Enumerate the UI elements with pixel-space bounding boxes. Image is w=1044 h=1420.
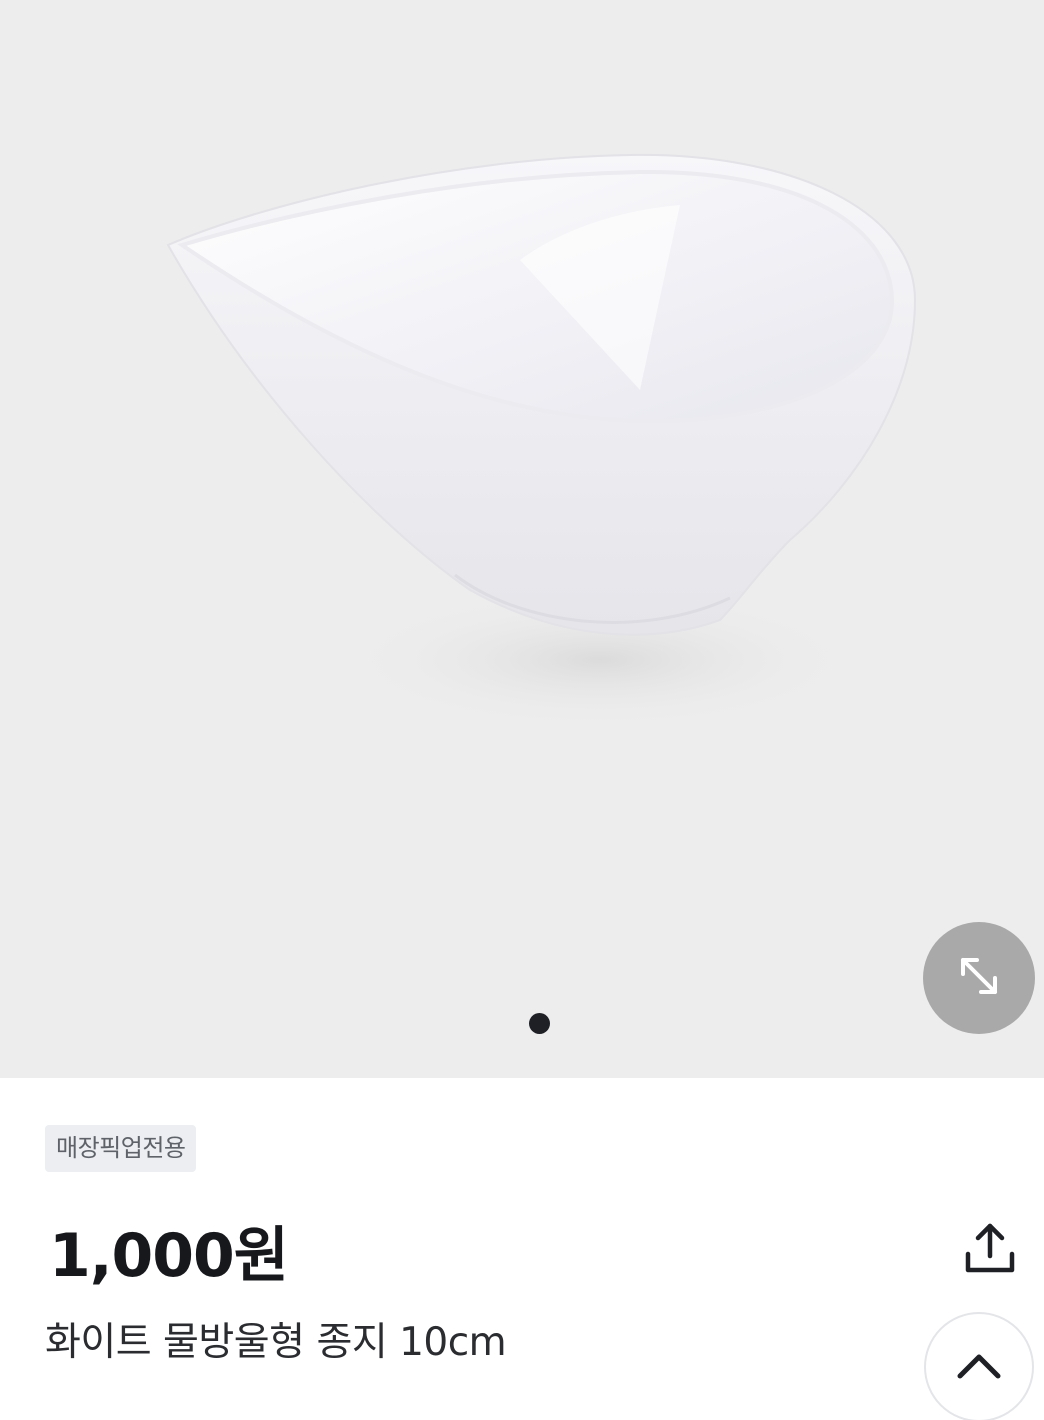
product-detail-page: 매장픽업전용 1,000원 화이트 물방울형 종지 10cm	[0, 0, 1044, 1420]
share-upload-icon	[962, 1220, 1018, 1280]
product-price: 1,000원	[49, 1221, 289, 1291]
product-title: 화이트 물방울형 종지 10cm	[45, 1320, 507, 1365]
share-button[interactable]	[955, 1215, 1025, 1285]
scroll-to-top-button[interactable]	[924, 1312, 1034, 1420]
product-image-gallery[interactable]	[0, 0, 1044, 1078]
pickup-only-badge: 매장픽업전용	[45, 1125, 197, 1172]
pager-dot-active[interactable]	[529, 1013, 550, 1034]
expand-image-button[interactable]	[923, 922, 1035, 1034]
product-image	[166, 153, 917, 730]
expand-arrows-icon	[955, 952, 1003, 1004]
chevron-up-icon	[954, 1340, 1004, 1394]
